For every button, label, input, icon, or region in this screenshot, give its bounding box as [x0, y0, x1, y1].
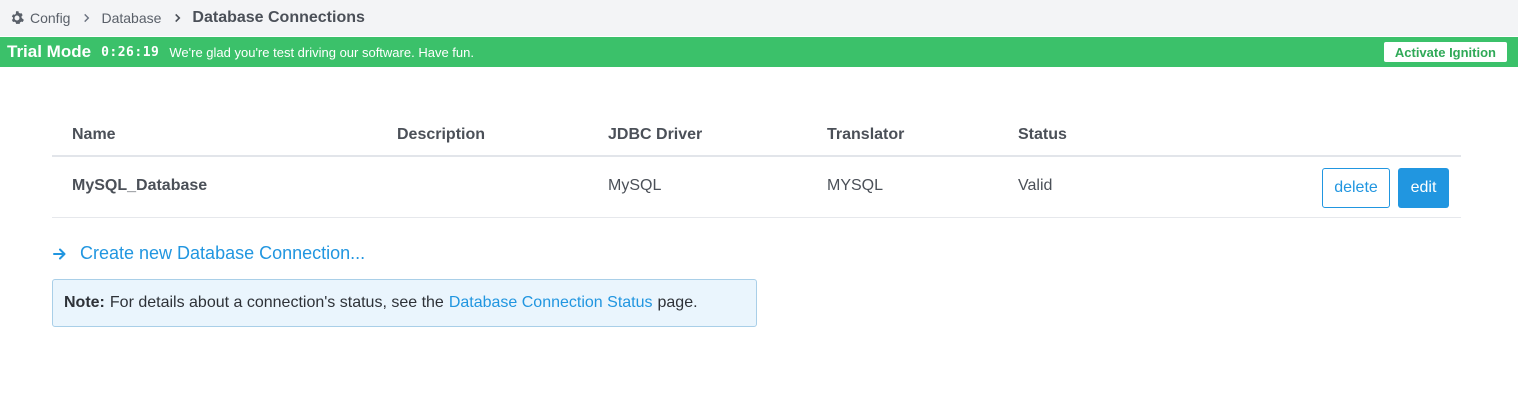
edit-button[interactable]: edit: [1398, 168, 1449, 208]
arrow-right-icon: [52, 246, 68, 262]
row-jdbc-driver: MySQL: [608, 177, 662, 194]
note-text-end: page.: [657, 294, 698, 311]
chevron-right-icon: [173, 13, 182, 23]
connections-table: Name Description JDBC Driver Translator …: [52, 116, 1461, 218]
header-description[interactable]: Description: [397, 126, 485, 144]
create-connection-label: Create new Database Connection...: [80, 243, 366, 263]
create-connection-link[interactable]: Create new Database Connection...: [52, 243, 365, 264]
row-translator: MYSQL: [827, 177, 884, 194]
trial-timer: 0:26:19: [101, 44, 160, 60]
page-title: Database Connections: [192, 9, 365, 26]
table-row: MySQL_Database MySQL MYSQL Valid delete …: [52, 157, 1461, 218]
trial-mode-label: Trial Mode: [7, 42, 92, 61]
breadcrumb-database[interactable]: Database: [101, 10, 161, 26]
note-text: For details about a connection's status,…: [109, 294, 444, 311]
activate-ignition-button[interactable]: Activate Ignition: [1383, 42, 1507, 62]
connection-status-link[interactable]: Database Connection Status: [449, 294, 653, 312]
trial-banner: Trial Mode 0:26:19 We're glad you're tes…: [0, 37, 1518, 67]
gear-icon: [10, 11, 24, 25]
header-translator[interactable]: Translator: [827, 126, 904, 144]
header-jdbc-driver[interactable]: JDBC Driver: [608, 126, 702, 144]
row-name: MySQL_Database: [72, 177, 208, 194]
table-header: Name Description JDBC Driver Translator …: [52, 116, 1461, 157]
note-bold-label: Note:: [64, 294, 105, 311]
breadcrumb-config[interactable]: Config: [30, 10, 70, 26]
breadcrumb: Config Database Database Connections: [0, 0, 1518, 36]
header-status[interactable]: Status: [1018, 126, 1067, 144]
chevron-right-icon: [82, 13, 91, 23]
trial-message: We're glad you're test driving our softw…: [169, 44, 474, 60]
header-name[interactable]: Name: [72, 126, 116, 144]
row-status: Valid: [1018, 177, 1053, 194]
delete-button[interactable]: delete: [1322, 168, 1390, 208]
status-note: Note: For details about a connection's s…: [52, 279, 757, 327]
